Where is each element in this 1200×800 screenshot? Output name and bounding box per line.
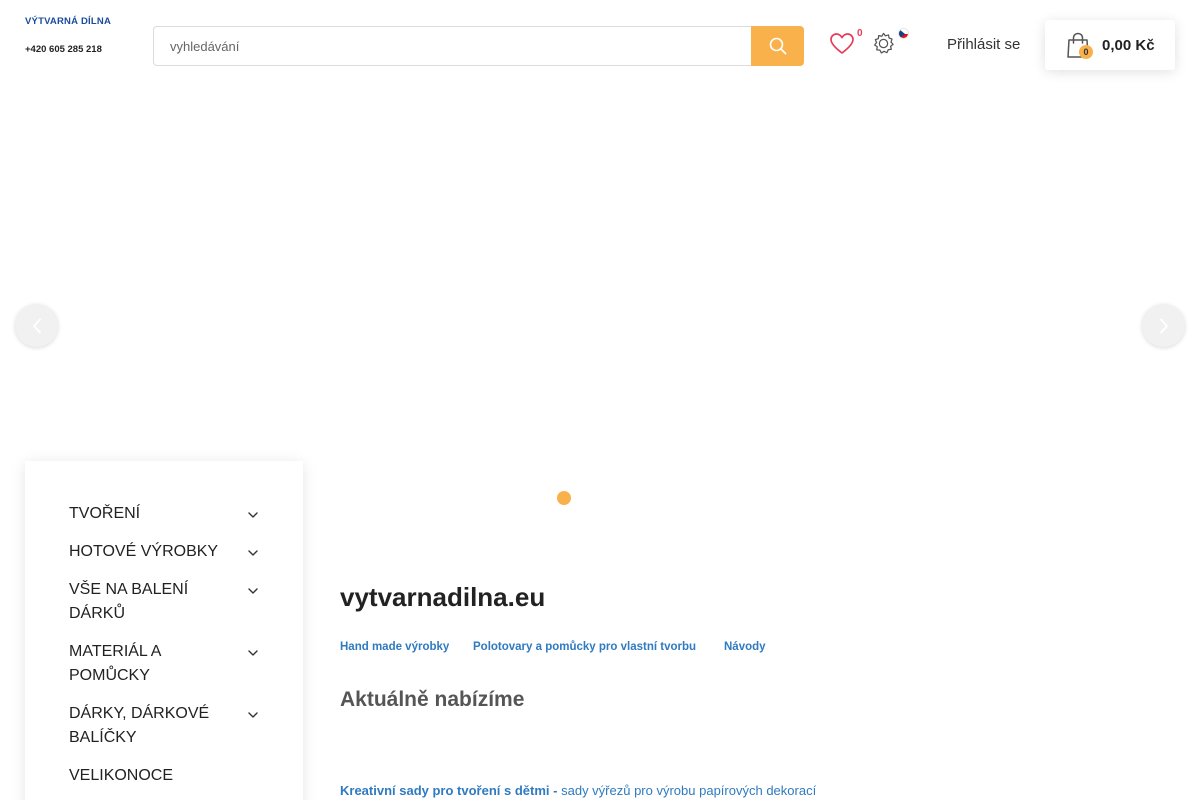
page: VÝTVARNÁ DÍLNA +420 605 285 218 0 Přihlá… — [0, 0, 1200, 800]
logo-name[interactable]: VÝTVARNÁ DÍLNA — [25, 16, 111, 27]
category-item-tvoreni[interactable]: TVOŘENÍ — [69, 502, 269, 526]
chevron-right-icon — [1159, 318, 1168, 333]
heart-icon[interactable] — [829, 31, 855, 57]
category-item-hotove-vyrobky[interactable]: HOTOVÉ VÝROBKY — [69, 540, 269, 564]
category-item-darky-darkove-balicky[interactable]: DÁRKY, DÁRKOVÉ BALÍČKY — [69, 702, 219, 750]
flag-cz-icon[interactable] — [898, 28, 909, 39]
chevron-down-icon[interactable] — [247, 649, 259, 657]
section-heading: Aktuálně nabízíme — [340, 688, 525, 711]
login-link[interactable]: Přihlásit se — [947, 36, 1020, 53]
category-sidebar: TVOŘENÍ HOTOVÉ VÝROBKY VŠE NA BALENÍ DÁR… — [25, 461, 303, 800]
promo-line: Kreativní sady pro tvoření s dětmi - sad… — [340, 783, 816, 798]
chevron-down-icon[interactable] — [247, 711, 259, 719]
promo-link[interactable]: Kreativní sady pro tvoření s dětmi — [340, 783, 550, 798]
chevron-down-icon[interactable] — [247, 511, 259, 519]
page-title: vytvarnadilna.eu — [340, 582, 546, 612]
search-bar — [153, 26, 804, 66]
cart-button[interactable]: 0 0,00 Kč — [1045, 20, 1175, 70]
search-button[interactable] — [751, 26, 804, 66]
slider-prev-button[interactable] — [15, 304, 58, 347]
wishlist-count: 0 — [857, 28, 863, 39]
gear-icon[interactable] — [871, 31, 896, 56]
slider-next-button[interactable] — [1142, 304, 1185, 347]
link-navody[interactable]: Návody — [724, 641, 766, 653]
search-icon — [769, 37, 786, 55]
cart-total: 0,00 Kč — [1102, 37, 1155, 54]
promo-description[interactable]: sady výřezů pro výrobu papírových dekora… — [561, 783, 816, 798]
link-hand-made-vyrobky[interactable]: Hand made výrobky — [340, 641, 449, 653]
search-input[interactable] — [153, 26, 753, 66]
promo-separator: - — [553, 783, 558, 798]
category-item-velikonoce[interactable]: VELIKONOCE — [69, 764, 269, 788]
category-item-vse-na-baleni-darku[interactable]: VŠE NA BALENÍ DÁRKŮ — [69, 578, 219, 626]
link-polotovary-a-pomucky[interactable]: Polotovary a pomůcky pro vlastní tvorbu — [473, 641, 696, 653]
cart-count-badge: 0 — [1079, 45, 1093, 59]
logo[interactable]: VÝTVARNÁ DÍLNA +420 605 285 218 — [25, 16, 111, 55]
chevron-down-icon[interactable] — [247, 587, 259, 595]
category-item-material-a-pomucky[interactable]: MATERIÁL A POMŮCKY — [69, 640, 209, 688]
slider-dot[interactable] — [557, 491, 571, 505]
chevron-left-icon — [32, 318, 41, 333]
phone-number[interactable]: +420 605 285 218 — [25, 44, 111, 55]
chevron-down-icon[interactable] — [247, 549, 259, 557]
